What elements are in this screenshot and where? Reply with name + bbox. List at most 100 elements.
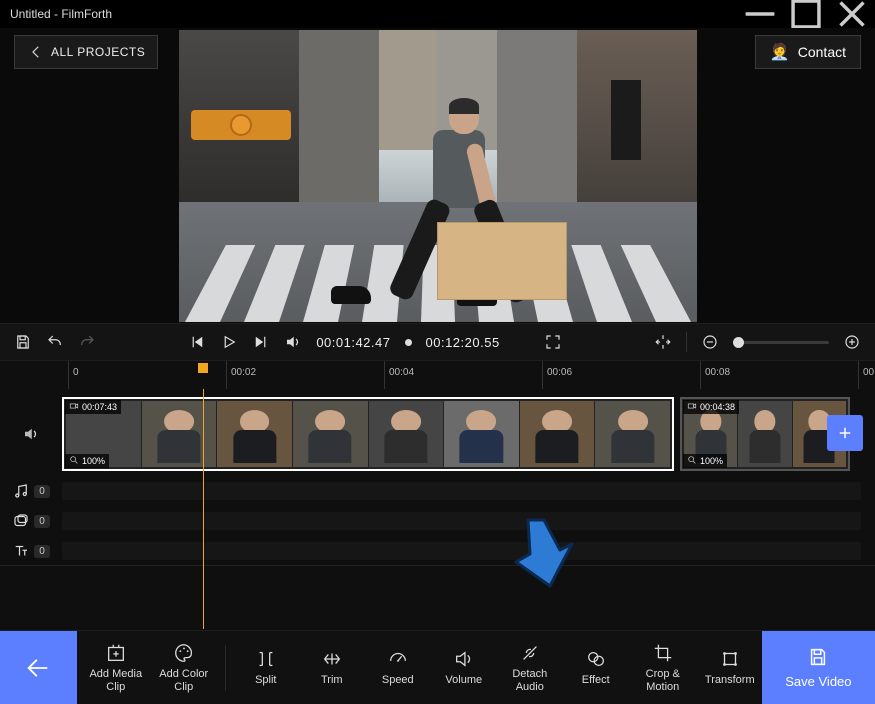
audio-lane[interactable] xyxy=(62,482,861,500)
overlay-icon[interactable] xyxy=(12,512,30,530)
window-title: Untitled - FilmForth xyxy=(10,7,112,21)
timeline-ruler[interactable]: 0 00:02 00:04 00:06 00:08 00:1 xyxy=(0,361,875,389)
save-video-button[interactable]: Save Video xyxy=(762,631,875,704)
ruler-tick: 00:08 xyxy=(700,361,730,389)
total-time: 00:12:20.55 xyxy=(426,335,500,350)
contact-label: Contact xyxy=(798,44,846,60)
app-window: Untitled - FilmForth ALL PROJECTS 🧑‍💼 Co… xyxy=(0,0,875,704)
audio-count: 0 xyxy=(34,485,50,498)
back-button[interactable] xyxy=(0,631,77,704)
trim-label: Trim xyxy=(321,674,343,686)
current-time: 00:01:42.47 xyxy=(316,335,390,350)
save-project-icon[interactable] xyxy=(14,333,32,351)
all-projects-button[interactable]: ALL PROJECTS xyxy=(14,35,158,69)
minimize-button[interactable] xyxy=(737,0,783,28)
transform-icon xyxy=(719,648,741,670)
magnifier-icon xyxy=(69,455,79,467)
zoom-slider[interactable] xyxy=(733,341,829,344)
volume-label: Volume xyxy=(445,674,482,686)
overlay-count: 0 xyxy=(34,515,50,528)
zoom-out-icon[interactable] xyxy=(701,333,719,351)
palette-icon xyxy=(173,642,195,664)
magnifier-icon xyxy=(687,455,697,467)
bottom-toolbar: Add Media Clip Add Color Clip Split Trim… xyxy=(0,630,875,704)
transform-label: Transform xyxy=(705,674,755,686)
clip1-zoom: 100% xyxy=(82,456,105,466)
maximize-button[interactable] xyxy=(783,0,829,28)
trim-button[interactable]: Trim xyxy=(300,634,364,702)
save-video-label: Save Video xyxy=(785,674,851,689)
split-button[interactable]: Split xyxy=(234,634,298,702)
zoom-in-icon[interactable] xyxy=(843,333,861,351)
video-preview[interactable] xyxy=(179,30,697,322)
undo-icon[interactable] xyxy=(46,333,64,351)
titlebar: Untitled - FilmForth xyxy=(0,0,875,28)
close-button[interactable] xyxy=(829,0,875,28)
add-clip-button[interactable] xyxy=(827,415,863,451)
add-color-label: Add Color Clip xyxy=(151,668,217,692)
crop-motion-label: Crop & Motion xyxy=(630,668,696,692)
split-label: Split xyxy=(255,674,276,686)
clip1-duration: 00:07:43 xyxy=(82,402,117,412)
playhead-handle[interactable] xyxy=(198,363,208,373)
timeline: 00:07:43 100% xyxy=(0,389,875,565)
ruler-tick: 00:02 xyxy=(226,361,256,389)
fit-timeline-icon[interactable] xyxy=(654,333,672,351)
all-projects-label: ALL PROJECTS xyxy=(51,45,145,59)
video-clip-2[interactable]: 00:04:38 100% xyxy=(680,397,850,471)
text-icon[interactable] xyxy=(12,542,30,560)
fullscreen-icon[interactable] xyxy=(544,333,562,351)
time-separator xyxy=(405,339,412,346)
clip2-zoom: 100% xyxy=(700,456,723,466)
play-icon[interactable] xyxy=(220,333,238,351)
video-track: 00:07:43 100% xyxy=(14,397,861,471)
contact-button[interactable]: 🧑‍💼 Contact xyxy=(755,35,861,69)
ruler-tick: 00:06 xyxy=(542,361,572,389)
split-icon xyxy=(255,648,277,670)
support-icon: 🧑‍💼 xyxy=(770,42,790,62)
detach-audio-icon xyxy=(519,642,541,664)
effect-label: Effect xyxy=(582,674,610,686)
trim-icon xyxy=(321,648,343,670)
prev-frame-icon[interactable] xyxy=(188,333,206,351)
camera-icon xyxy=(687,401,697,413)
speed-label: Speed xyxy=(382,674,414,686)
text-track: 0 xyxy=(14,541,861,561)
text-lane[interactable] xyxy=(62,542,861,560)
effect-button[interactable]: Effect xyxy=(564,634,628,702)
video-lane[interactable]: 00:07:43 100% xyxy=(62,397,861,471)
detach-audio-button[interactable]: Detach Audio xyxy=(498,634,562,702)
transport-bar: 00:01:42.47 00:12:20.55 xyxy=(0,323,875,361)
ruler-tick: 00:04 xyxy=(384,361,414,389)
video-track-mute[interactable] xyxy=(14,425,48,443)
redo-icon[interactable] xyxy=(78,333,96,351)
transform-button[interactable]: Transform xyxy=(698,634,762,702)
clip2-duration: 00:04:38 xyxy=(700,402,735,412)
add-media-icon xyxy=(105,642,127,664)
volume-tool-icon xyxy=(453,648,475,670)
video-clip-1[interactable]: 00:07:43 100% xyxy=(62,397,674,471)
text-count: 0 xyxy=(34,545,50,558)
window-controls xyxy=(737,0,875,28)
speed-button[interactable]: Speed xyxy=(366,634,430,702)
music-note-icon[interactable] xyxy=(12,482,30,500)
speaker-icon xyxy=(22,425,40,443)
add-color-clip-button[interactable]: Add Color Clip xyxy=(151,634,217,702)
volume-icon[interactable] xyxy=(284,333,302,351)
camera-icon xyxy=(69,401,79,413)
crop-icon xyxy=(652,642,674,664)
ruler-tick: 0 xyxy=(68,361,79,389)
add-media-clip-button[interactable]: Add Media Clip xyxy=(83,634,149,702)
add-media-label: Add Media Clip xyxy=(83,668,149,692)
overlay-lane[interactable] xyxy=(62,512,861,530)
volume-button[interactable]: Volume xyxy=(432,634,496,702)
crop-motion-button[interactable]: Crop & Motion xyxy=(630,634,696,702)
overlay-track: 0 xyxy=(14,511,861,531)
ruler-tick: 00:1 xyxy=(858,361,875,389)
preview-area xyxy=(0,76,875,323)
speed-icon xyxy=(387,648,409,670)
effect-icon xyxy=(585,648,607,670)
detach-audio-label: Detach Audio xyxy=(498,668,562,692)
next-frame-icon[interactable] xyxy=(252,333,270,351)
chevron-left-icon xyxy=(27,43,45,61)
